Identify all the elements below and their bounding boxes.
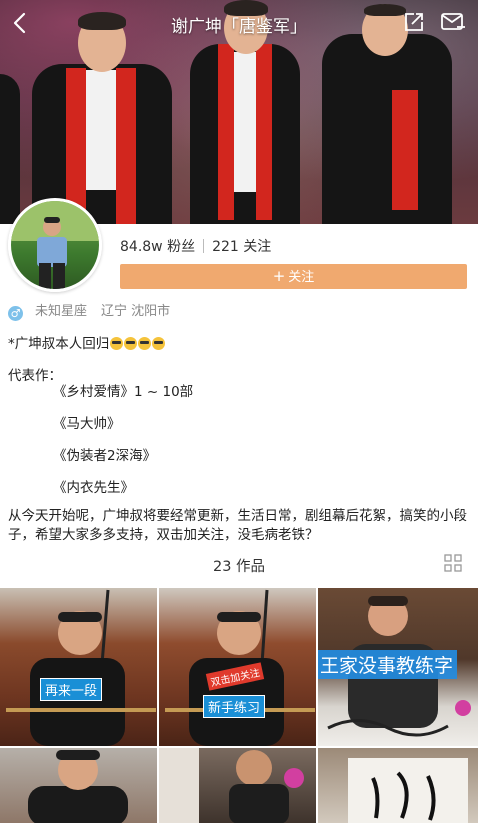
mail-icon[interactable] (440, 10, 466, 34)
zodiac-label: 未知星座 (35, 304, 88, 319)
bio-work-item: 《马大帅》 (53, 416, 121, 432)
work-thumbnail[interactable] (318, 748, 478, 823)
sunglasses-emoji-icon (124, 337, 138, 350)
works-grid: 再来一段 双击加关注 新手练习 王家没事教练字 (0, 588, 478, 823)
share-icon[interactable] (402, 10, 426, 34)
thumbnail-caption: 王家没事教练字 (318, 650, 458, 679)
stats-divider (203, 239, 205, 253)
page-title: 谢广坤「唐鉴军」 (171, 17, 307, 37)
follow-button-label: 关注 (288, 270, 315, 285)
grid-icon[interactable] (444, 554, 462, 572)
bio-paragraph: 从今天开始呢，广坤叔将要经常更新，生活日常，剧组幕后花絮，搞笑的小段子，希望大家… (8, 508, 467, 543)
work-thumbnail[interactable]: 双击加关注 新手练习 (159, 588, 316, 746)
works-count: 23 作品 (212, 559, 266, 575)
follow-button[interactable]: + 关注 (120, 264, 467, 289)
thumbnail-caption: 新手练习 (203, 695, 266, 718)
thumbnail-photo (159, 748, 304, 823)
work-thumbnail[interactable] (159, 748, 316, 823)
sunglasses-emoji-icon (138, 337, 152, 350)
thumbnail-photo (28, 750, 128, 823)
male-icon: ♂ (8, 306, 23, 321)
bio-work-item: 《伪装者2深海》 (53, 448, 157, 464)
bio-work-item: 《乡村爱情》1 ~ 10部 (53, 384, 194, 400)
sunglasses-emoji-icon (110, 337, 124, 350)
profile-avatar[interactable] (8, 198, 102, 292)
profile-stats: 84.8w 粉丝 221 关注 (120, 236, 271, 256)
following-count[interactable]: 221 关注 (212, 239, 271, 255)
bio-work-item: 《内衣先生》 (53, 480, 134, 496)
sunglasses-emoji-icon (152, 337, 166, 350)
bio-first-line-text: *广坤叔本人回归 (8, 336, 110, 352)
plus-icon: + (272, 267, 286, 285)
bio-first-line: *广坤叔本人回归 (8, 332, 166, 352)
work-thumbnail[interactable] (0, 748, 157, 823)
work-thumbnail[interactable]: 再来一段 (0, 588, 157, 746)
followers-count[interactable]: 84.8w 粉丝 (120, 239, 195, 255)
thumbnail-photo (6, 589, 156, 746)
banner-person-edge (0, 74, 20, 224)
thumbnail-photo (348, 758, 468, 823)
avatar-photo (11, 201, 99, 289)
thumbnail-caption: 再来一段 (40, 678, 103, 701)
work-thumbnail[interactable]: 王家没事教练字 (318, 588, 478, 746)
profile-meta: ♂ 未知星座 辽宁 沈阳市 (8, 300, 170, 321)
location-label: 辽宁 沈阳市 (101, 304, 171, 319)
works-header: 23 作品 (0, 552, 478, 576)
back-chevron-icon[interactable] (6, 8, 36, 38)
top-navigation-bar: 谢广坤「唐鉴军」 (0, 0, 478, 48)
